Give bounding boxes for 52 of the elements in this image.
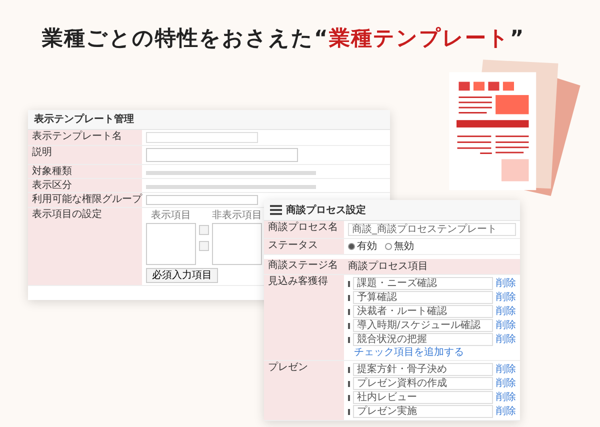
column-header: 商談プロセス項目 xyxy=(344,259,520,274)
delete-link[interactable]: 削除 xyxy=(496,278,516,289)
delete-link[interactable]: 削除 xyxy=(496,292,516,303)
window-title: 商談プロセス設定 xyxy=(286,204,366,216)
drag-handle[interactable] xyxy=(348,380,350,386)
field-label: 表示項目の設定 xyxy=(28,208,142,285)
input-field[interactable]: 予算確認 xyxy=(352,291,493,304)
headline: 業種ごとの特性をおさえた“業種テンプレート” xyxy=(42,25,525,52)
field-label: 表示テンプレート名 xyxy=(28,130,142,145)
field-label: 説明 xyxy=(28,146,142,164)
input-field[interactable]: 商談_商談プロセステンプレート xyxy=(348,223,516,236)
delete-link[interactable]: 削除 xyxy=(496,306,516,317)
delete-link[interactable]: 削除 xyxy=(496,334,516,345)
delete-link[interactable]: 削除 xyxy=(496,392,516,403)
input-field[interactable]: プレゼン資料の作成 xyxy=(352,377,493,390)
list-icon xyxy=(270,204,282,216)
field-label: 商談プロセス名 xyxy=(264,221,344,238)
delete-link[interactable]: 削除 xyxy=(496,320,516,331)
field-label: 対象種類 xyxy=(28,165,142,178)
select-field[interactable] xyxy=(146,195,258,205)
drag-handle[interactable] xyxy=(348,394,350,400)
drag-handle[interactable] xyxy=(348,308,350,314)
list-header: 非表示項目 xyxy=(212,210,262,221)
add-item-link[interactable]: チェック項目を追加する xyxy=(348,347,516,358)
window-title: 表示テンプレート管理 xyxy=(28,110,390,130)
column-header: 商談ステージ名 xyxy=(264,259,344,274)
input-field[interactable]: 競合状況の把握 xyxy=(352,333,493,346)
stage-name: プレゼン xyxy=(264,361,344,420)
input-field[interactable]: 提案方針・骨子決め xyxy=(352,363,493,376)
list-header: 表示項目 xyxy=(151,210,191,221)
delete-link[interactable]: 削除 xyxy=(496,378,516,389)
drag-handle[interactable] xyxy=(348,408,350,414)
stage-name: 見込み客獲得 xyxy=(264,275,344,360)
field-label: 利用可能な権限グループ xyxy=(28,193,142,207)
drag-handle[interactable] xyxy=(348,322,350,328)
input-field[interactable]: 社内レビュー xyxy=(352,391,493,404)
field-label: ステータス xyxy=(264,239,344,254)
drag-handle[interactable] xyxy=(348,336,350,342)
input-field[interactable]: 決裁者・ルート確認 xyxy=(352,305,493,318)
radio-option[interactable]: 有効 xyxy=(348,241,377,252)
input-field[interactable]: 導入時期/スケジュール確認 xyxy=(352,319,493,332)
drag-handle[interactable] xyxy=(348,294,350,300)
input-field[interactable]: プレゼン実施 xyxy=(352,405,493,418)
field-label: 表示区分 xyxy=(28,179,142,192)
drag-handle[interactable] xyxy=(348,366,350,372)
input-field[interactable] xyxy=(146,132,258,143)
required-button[interactable]: 必須入力項目 xyxy=(146,268,218,283)
delete-link[interactable]: 削除 xyxy=(496,364,516,375)
drag-handle[interactable] xyxy=(348,280,350,286)
input-field[interactable]: 課題・ニーズ確認 xyxy=(352,277,493,290)
delete-link[interactable]: 削除 xyxy=(496,406,516,417)
radio-option[interactable]: 無効 xyxy=(385,241,414,252)
